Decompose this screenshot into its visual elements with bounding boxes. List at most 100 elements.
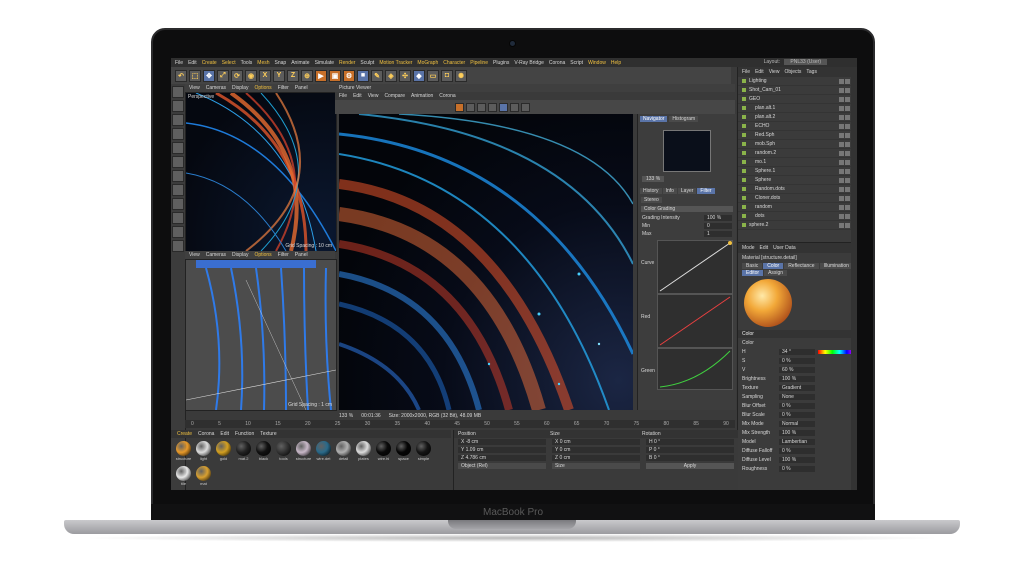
vp2-panel[interactable]: Panel <box>295 252 308 258</box>
object-row[interactable]: mo.1 <box>738 158 857 167</box>
attribute-field[interactable]: Lambertian <box>779 438 815 445</box>
tag-icon[interactable] <box>839 96 844 102</box>
curve-graph[interactable]: Curve <box>641 240 733 294</box>
object-row[interactable]: Sphere <box>738 176 857 185</box>
render-pv-icon[interactable]: ▣ <box>329 69 341 82</box>
object-row[interactable]: Red.Sph <box>738 131 857 140</box>
edges-mode-icon[interactable] <box>172 156 184 168</box>
tag-icon[interactable] <box>845 114 850 120</box>
pv-swap-icon[interactable] <box>521 102 530 112</box>
tweak-icon[interactable] <box>172 226 184 238</box>
menu-window[interactable]: Window <box>588 60 606 66</box>
mm-corona[interactable]: Corona <box>198 431 214 437</box>
tag-icon[interactable] <box>839 177 844 183</box>
menu-edit[interactable]: Edit <box>188 60 197 66</box>
array-icon[interactable]: ✣ <box>399 69 411 82</box>
navigator-thumbnail[interactable] <box>663 130 711 172</box>
om-objects[interactable]: Objects <box>784 69 801 75</box>
model-mode-icon[interactable] <box>172 100 184 112</box>
attribute-field[interactable]: 0 % <box>779 357 815 364</box>
menu-mesh[interactable]: Mesh <box>257 60 269 66</box>
attribute-field[interactable]: 0 % <box>779 411 815 418</box>
vp1-options[interactable]: Options <box>254 85 271 91</box>
tab-layer[interactable]: Layer <box>677 188 697 194</box>
menu-simulate[interactable]: Simulate <box>315 60 334 66</box>
menu-motion-tracker[interactable]: Motion Tracker <box>379 60 412 66</box>
size-z-field[interactable]: Z 0 cm <box>552 455 640 461</box>
tag-icon[interactable] <box>839 195 844 201</box>
material-swatch[interactable]: wire.hi <box>375 441 392 463</box>
om-tags[interactable]: Tags <box>806 69 817 75</box>
z-axis-icon[interactable]: Z <box>287 69 299 82</box>
attribute-field[interactable]: Normal <box>779 420 815 427</box>
material-swatch[interactable]: detail <box>335 441 352 463</box>
tag-icon[interactable] <box>845 222 850 228</box>
pv-corona[interactable]: Corona <box>439 93 455 99</box>
attribute-field[interactable]: 34 ° <box>779 348 815 355</box>
menu-tools[interactable]: Tools <box>241 60 253 66</box>
material-swatch[interactable]: tile <box>175 465 192 488</box>
object-row[interactable]: dots <box>738 212 857 221</box>
menu-character[interactable]: Character <box>443 60 465 66</box>
vp1-panel[interactable]: Panel <box>295 85 308 91</box>
texture-mode-icon[interactable] <box>172 114 184 126</box>
rotation-h-field[interactable]: H 0 ° <box>646 439 734 445</box>
am-user-data[interactable]: User Data <box>773 245 796 251</box>
coord-system-icon[interactable]: ⊕ <box>301 69 313 82</box>
menu-animate[interactable]: Animate <box>291 60 309 66</box>
tag-icon[interactable] <box>845 195 850 201</box>
attribute-field[interactable]: 60 % <box>779 366 815 373</box>
tab-color[interactable]: Color <box>763 263 784 269</box>
size-y-field[interactable]: Y 0 cm <box>552 447 640 453</box>
vp2-display[interactable]: Display <box>232 252 248 258</box>
position-z-field[interactable]: Z 4.786 cm <box>458 455 546 461</box>
tab-assign[interactable]: Assign <box>764 270 788 276</box>
pv-compare-icon[interactable] <box>510 102 519 112</box>
pv-save-icon[interactable] <box>477 102 486 112</box>
menu-mograph[interactable]: MoGraph <box>417 60 438 66</box>
pen-icon[interactable]: ✎ <box>371 69 383 82</box>
menu-pipeline[interactable]: Pipeline <box>470 60 488 66</box>
pv-ab-icon[interactable] <box>488 102 497 112</box>
layout-selector[interactable]: Layout: PNL33 (User) <box>764 59 827 65</box>
y-axis-icon[interactable]: Y <box>273 69 285 82</box>
object-row[interactable]: mob.Sph <box>738 140 857 149</box>
object-row[interactable]: plan.alt.2 <box>738 113 857 122</box>
polygons-mode-icon[interactable] <box>172 170 184 182</box>
material-swatch[interactable]: wire.det <box>315 441 332 463</box>
make-editable-icon[interactable] <box>172 86 184 98</box>
menu-sculpt[interactable]: Sculpt <box>360 60 374 66</box>
menu-corona[interactable]: Corona <box>549 60 565 66</box>
om-edit[interactable]: Edit <box>755 69 764 75</box>
move-icon[interactable]: ✥ <box>203 69 215 82</box>
scale-icon[interactable]: ⤢ <box>217 69 229 82</box>
tag-icon[interactable] <box>839 78 844 84</box>
tag-icon[interactable] <box>845 213 850 219</box>
tab-filter[interactable]: Filter <box>697 188 715 194</box>
stereo-toggle[interactable]: Stereo <box>641 197 662 203</box>
layout-value[interactable]: PNL33 (User) <box>784 59 827 65</box>
render-view-icon[interactable]: ▶ <box>315 69 327 82</box>
tag-icon[interactable] <box>845 177 850 183</box>
size-x-field[interactable]: X 0 cm <box>552 439 640 445</box>
tab-history[interactable]: History <box>640 188 662 194</box>
red-graph[interactable]: Red <box>641 294 733 348</box>
color-grading-section[interactable]: Color Grading <box>641 206 733 212</box>
menu-script[interactable]: Script <box>570 60 583 66</box>
am-mode[interactable]: Mode <box>742 245 755 251</box>
navigator-zoom[interactable]: 133 % <box>642 176 736 182</box>
cube-icon[interactable]: ■ <box>357 69 369 82</box>
om-file[interactable]: File <box>742 69 750 75</box>
vp1-cameras[interactable]: Cameras <box>206 85 226 91</box>
rotation-p-field[interactable]: P 0 ° <box>646 447 734 453</box>
vp2-cameras[interactable]: Cameras <box>206 252 226 258</box>
side-tabs[interactable] <box>851 67 857 490</box>
green-plot[interactable] <box>657 348 733 390</box>
snap-icon[interactable] <box>172 198 184 210</box>
attribute-field[interactable]: 100 % <box>779 375 815 382</box>
subdivision-icon[interactable]: ◈ <box>385 69 397 82</box>
tag-icon[interactable] <box>839 105 844 111</box>
material-swatch[interactable]: plates <box>355 441 372 463</box>
pv-animation[interactable]: Animation <box>411 93 433 99</box>
curve-plot[interactable] <box>657 240 733 294</box>
